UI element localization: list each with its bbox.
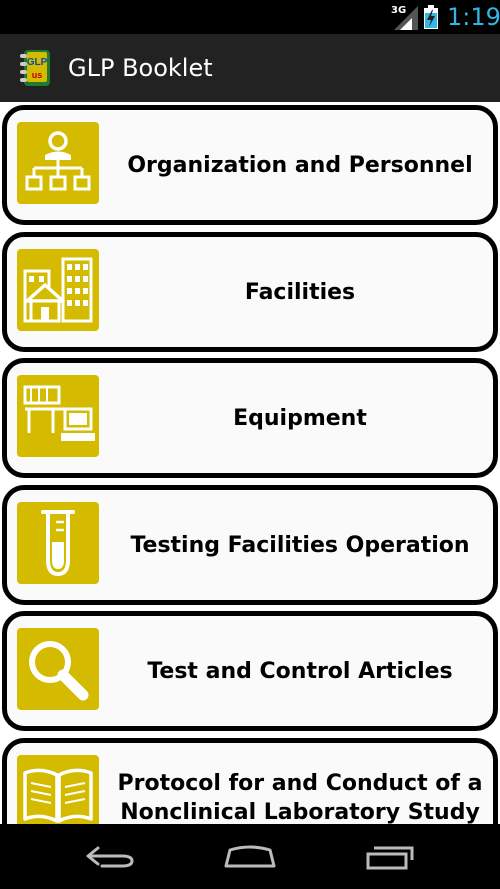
test-tube-icon bbox=[17, 502, 99, 584]
menu-item-label: Protocol for and Conduct of a Nonclinica… bbox=[117, 771, 483, 824]
app-logo-icon[interactable]: GLP us bbox=[16, 48, 56, 88]
status-bar: 3G 1:19 bbox=[0, 0, 500, 34]
menu-item-test-control-articles[interactable]: Test and Control Articles bbox=[2, 611, 498, 731]
lab-equipment-icon bbox=[17, 375, 99, 457]
svg-text:us: us bbox=[32, 70, 43, 80]
menu-item-organization-personnel[interactable]: Organization and Personnel bbox=[2, 105, 498, 225]
magnifier-icon bbox=[17, 628, 99, 710]
open-book-icon bbox=[17, 755, 99, 824]
clock: 1:19 bbox=[447, 3, 500, 31]
app-title: GLP Booklet bbox=[68, 54, 213, 82]
battery-charging-icon bbox=[424, 5, 438, 29]
home-button[interactable] bbox=[200, 824, 300, 889]
menu-item-label: Organization and Personnel bbox=[127, 152, 473, 178]
back-icon bbox=[86, 846, 134, 868]
navigation-bar bbox=[0, 824, 500, 889]
menu-item-facilities[interactable]: Facilities bbox=[2, 232, 498, 352]
menu-item-label: Facilities bbox=[244, 279, 356, 305]
menu-item-testing-facilities-operation[interactable]: Testing Facilities Operation bbox=[2, 485, 498, 605]
buildings-icon bbox=[17, 249, 99, 331]
action-bar: GLP us GLP Booklet bbox=[0, 34, 500, 102]
signal-strength-icon bbox=[394, 6, 418, 30]
menu-item-label: Testing Facilities Operation bbox=[130, 532, 470, 558]
menu-item-protocol-conduct-study[interactable]: Protocol for and Conduct of a Nonclinica… bbox=[2, 738, 498, 824]
menu-item-label: Equipment bbox=[233, 405, 367, 431]
back-button[interactable] bbox=[62, 824, 162, 889]
menu-item-equipment[interactable]: Equipment bbox=[2, 358, 498, 478]
svg-text:GLP: GLP bbox=[27, 57, 48, 68]
org-chart-icon bbox=[17, 122, 99, 204]
home-icon bbox=[224, 845, 276, 868]
menu-item-label: Test and Control Articles bbox=[147, 658, 453, 684]
recent-apps-button[interactable] bbox=[340, 824, 440, 889]
recent-apps-icon bbox=[366, 846, 414, 870]
menu-list-container[interactable]: Organization and Personnel Facilities Eq… bbox=[0, 102, 500, 824]
